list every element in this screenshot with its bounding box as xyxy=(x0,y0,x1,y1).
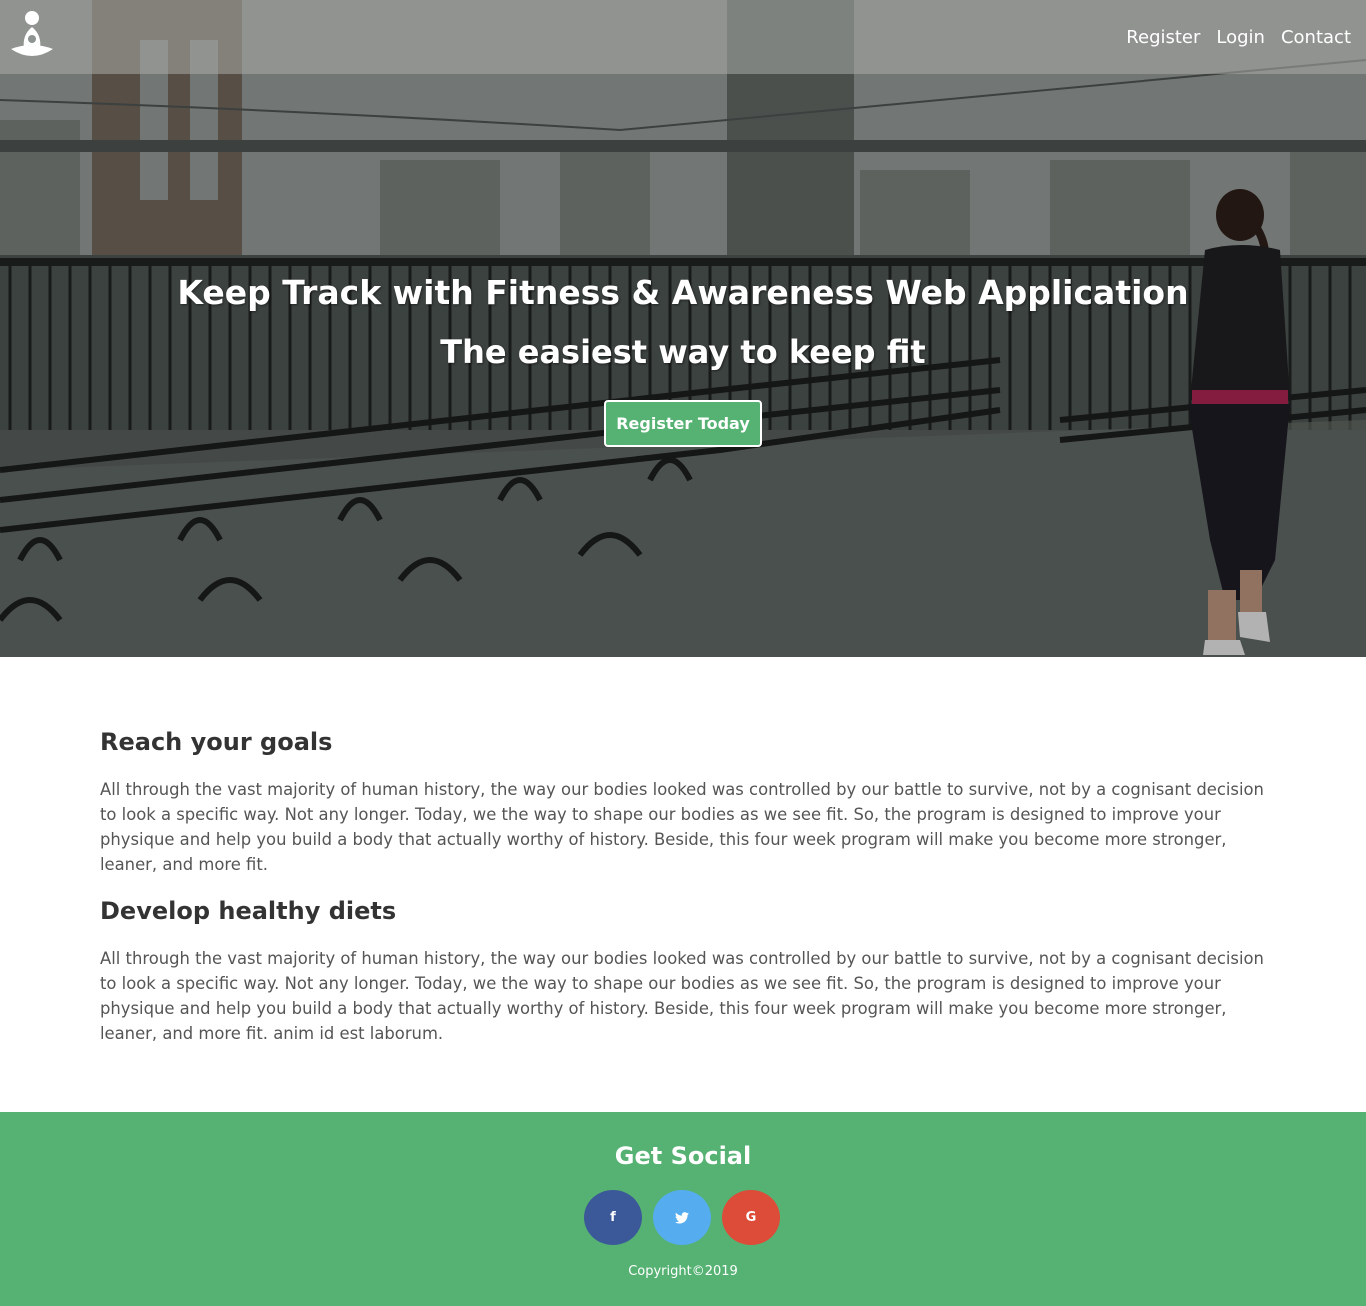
footer: Get Social f G Copyright©2019 xyxy=(0,1112,1366,1306)
footer-title: Get Social xyxy=(614,1142,752,1170)
section-text-diets: All through the vast majority of human h… xyxy=(100,949,1264,1043)
nav-register-link[interactable]: Register xyxy=(1126,24,1200,52)
facebook-icon[interactable]: f xyxy=(584,1190,642,1245)
meditation-logo-icon[interactable] xyxy=(9,9,55,61)
section-text-goals: All through the vast majority of human h… xyxy=(100,780,1264,874)
hero-subtitle: The easiest way to keep fit xyxy=(440,333,926,371)
twitter-icon[interactable] xyxy=(653,1190,711,1245)
social-buttons: f G xyxy=(584,1190,780,1245)
hero-background-image xyxy=(0,0,1366,657)
copyright-text: Copyright©2019 xyxy=(628,1264,738,1279)
section-heading-diets: Develop healthy diets xyxy=(100,897,397,925)
navbar: Register Login Contact xyxy=(0,0,1366,74)
nav-contact-link[interactable]: Contact xyxy=(1281,24,1351,52)
nav-links: Register Login Contact xyxy=(1110,24,1351,52)
google-icon[interactable]: G xyxy=(722,1190,780,1245)
nav-login-link[interactable]: Login xyxy=(1216,24,1265,52)
hero-title: Keep Track with Fitness & Awareness Web … xyxy=(177,273,1189,312)
hero-section: Register Login Contact Keep Track with F… xyxy=(0,0,1366,657)
section-heading-goals: Reach your goals xyxy=(100,728,333,756)
register-today-button[interactable]: Register Today xyxy=(604,400,762,447)
